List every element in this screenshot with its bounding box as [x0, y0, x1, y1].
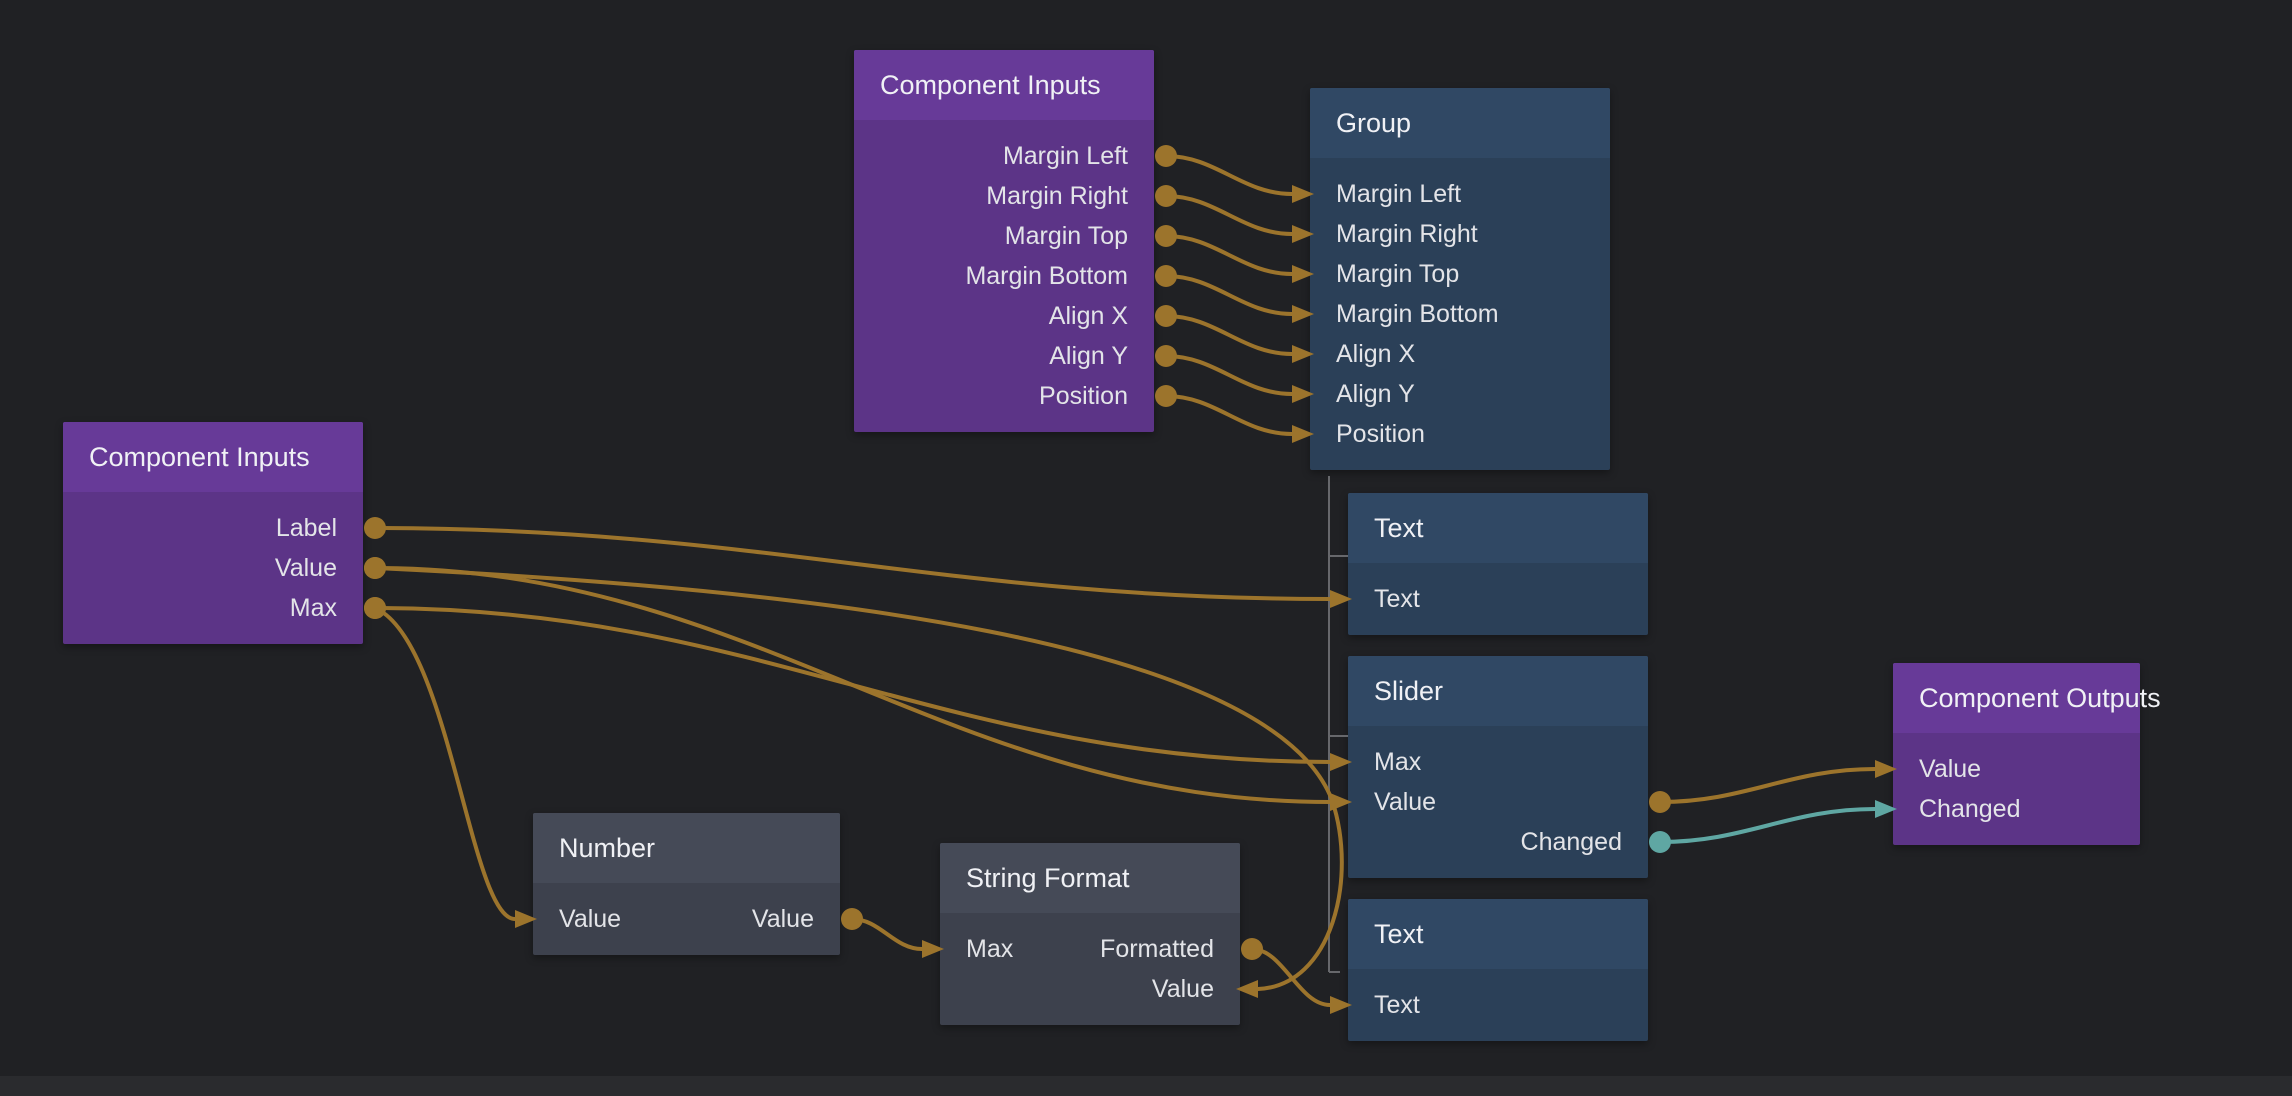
port-label-max: Max — [290, 588, 337, 628]
port-dot-component-inputs-top-4[interactable] — [1155, 305, 1177, 327]
port-label-value: Value — [1152, 969, 1214, 1009]
port-label-margin-top: Margin Top — [1005, 216, 1128, 256]
port-label-align-x: Align X — [1336, 334, 1415, 374]
port-row: Align Y — [1310, 374, 1610, 414]
node-title: Component Inputs — [63, 422, 363, 492]
port-row: Value — [63, 548, 363, 588]
port-row: Align X — [1310, 334, 1610, 374]
port-row: Margin Top — [854, 216, 1154, 256]
port-row: Margin Bottom — [1310, 294, 1610, 334]
port-label-changed: Changed — [1919, 789, 2020, 829]
port-row: Align Y — [854, 336, 1154, 376]
node-component-inputs-top[interactable]: Component InputsMargin LeftMargin RightM… — [854, 50, 1154, 432]
node-body: Margin LeftMargin RightMargin TopMargin … — [1310, 158, 1610, 470]
port-label-position: Position — [1336, 414, 1425, 454]
port-label-value: Value — [559, 899, 621, 939]
port-row: Position — [1310, 414, 1610, 454]
node-title: Text — [1348, 899, 1648, 969]
port-dot-slider-1[interactable] — [1649, 791, 1671, 813]
node-body: ValueChanged — [1893, 733, 2140, 845]
node-slider[interactable]: Slider MaxValue Changed — [1348, 656, 1648, 878]
node-body: MaxValue Changed — [1348, 726, 1648, 878]
port-dot-slider-2[interactable] — [1649, 831, 1671, 853]
port-dot-string-format-0[interactable] — [1241, 938, 1263, 960]
node-component-outputs[interactable]: Component OutputsValueChanged — [1893, 663, 2140, 845]
port-dot-component-inputs-top-0[interactable] — [1155, 145, 1177, 167]
port-row: Margin Top — [1310, 254, 1610, 294]
node-body: Text — [1348, 969, 1648, 1041]
node-component-inputs-left[interactable]: Component InputsLabelValueMax — [63, 422, 363, 644]
port-row: Value — [1893, 749, 2140, 789]
port-label-text: Text — [1374, 579, 1420, 619]
node-number[interactable]: Number Value Value — [533, 813, 840, 955]
node-text-2[interactable]: Text Text — [1348, 899, 1648, 1041]
port-row: Changed — [1893, 789, 2140, 829]
port-row: Value — [940, 969, 1240, 1009]
node-body: LabelValueMax — [63, 492, 363, 644]
port-dot-number-0[interactable] — [841, 908, 863, 930]
port-row: Text — [1348, 985, 1648, 1025]
port-label-margin-right: Margin Right — [986, 176, 1128, 216]
port-label-margin-bottom: Margin Bottom — [965, 256, 1128, 296]
port-row: Align X — [854, 296, 1154, 336]
node-body: Value Value — [533, 883, 840, 955]
port-label-align-x: Align X — [1049, 296, 1128, 336]
port-row: Margin Bottom — [854, 256, 1154, 296]
port-row: Max — [1348, 742, 1648, 782]
port-dot-component-inputs-top-3[interactable] — [1155, 265, 1177, 287]
port-dot-component-inputs-top-2[interactable] — [1155, 225, 1177, 247]
status-bar — [0, 1076, 2292, 1096]
port-dot-component-inputs-top-6[interactable] — [1155, 385, 1177, 407]
port-label-value: Value — [1374, 782, 1436, 822]
node-graph-canvas[interactable]: Component InputsMargin LeftMargin RightM… — [0, 0, 2292, 1096]
node-body: Max FormattedValue — [940, 913, 1240, 1025]
node-title: Component Outputs — [1893, 663, 2140, 733]
port-dot-component-inputs-top-5[interactable] — [1155, 345, 1177, 367]
port-label-changed: Changed — [1521, 822, 1622, 862]
port-label-formatted: Formatted — [1100, 929, 1214, 969]
node-title: String Format — [940, 843, 1240, 913]
node-group[interactable]: GroupMargin LeftMargin RightMargin TopMa… — [1310, 88, 1610, 470]
node-title: Number — [533, 813, 840, 883]
port-label-value: Value — [752, 899, 814, 939]
node-title: Slider — [1348, 656, 1648, 726]
port-row: Margin Right — [1310, 214, 1610, 254]
port-row: Margin Left — [1310, 174, 1610, 214]
node-title: Group — [1310, 88, 1610, 158]
port-label-text: Text — [1374, 985, 1420, 1025]
port-row: Label — [63, 508, 363, 548]
node-body: Margin LeftMargin RightMargin TopMargin … — [854, 120, 1154, 432]
port-dot-component-inputs-top-1[interactable] — [1155, 185, 1177, 207]
port-label-margin-top: Margin Top — [1336, 254, 1459, 294]
node-text-1[interactable]: Text Text — [1348, 493, 1648, 635]
port-row: Margin Left — [854, 136, 1154, 176]
port-dot-component-inputs-left-0[interactable] — [364, 517, 386, 539]
port-row: Position — [854, 376, 1154, 416]
port-row: Max — [63, 588, 363, 628]
port-label-value: Value — [275, 548, 337, 588]
port-label-max: Max — [1374, 742, 1421, 782]
port-label-value: Value — [1919, 749, 1981, 789]
port-row: Text — [1348, 579, 1648, 619]
port-label-margin-bottom: Margin Bottom — [1336, 294, 1499, 334]
node-title: Component Inputs — [854, 50, 1154, 120]
port-label-margin-left: Margin Left — [1003, 136, 1128, 176]
port-label-position: Position — [1039, 376, 1128, 416]
node-string-format[interactable]: String Format Max FormattedValue — [940, 843, 1240, 1025]
node-title: Text — [1348, 493, 1648, 563]
port-label-align-y: Align Y — [1336, 374, 1415, 414]
port-row: Value — [1348, 782, 1648, 822]
port-dot-component-inputs-left-2[interactable] — [364, 597, 386, 619]
port-row: Max Formatted — [940, 929, 1240, 969]
port-label-align-y: Align Y — [1049, 336, 1128, 376]
port-label-max: Max — [966, 929, 1013, 969]
node-body: Text — [1348, 563, 1648, 635]
port-label-margin-right: Margin Right — [1336, 214, 1478, 254]
port-row: Margin Right — [854, 176, 1154, 216]
port-label-label: Label — [276, 508, 337, 548]
port-label-margin-left: Margin Left — [1336, 174, 1461, 214]
port-row: Changed — [1348, 822, 1648, 862]
port-row: Value Value — [533, 899, 840, 939]
port-dot-component-inputs-left-1[interactable] — [364, 557, 386, 579]
